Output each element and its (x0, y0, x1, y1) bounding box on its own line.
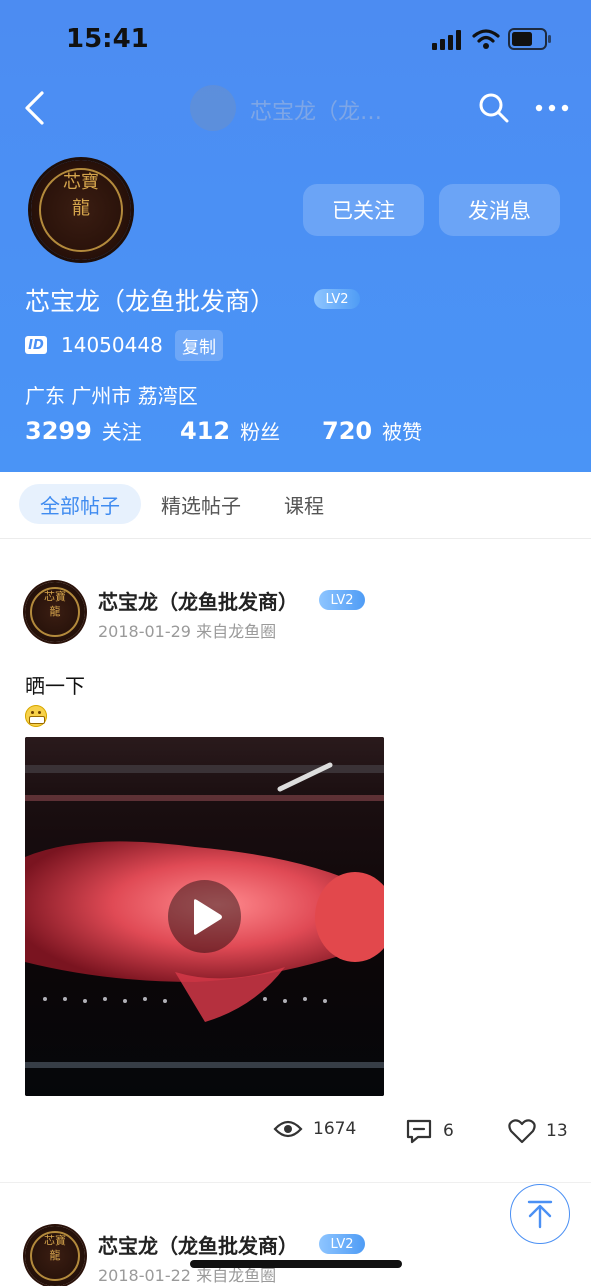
back-to-top-button[interactable] (510, 1184, 570, 1244)
post-text: 晒一下 (25, 674, 85, 698)
like-button[interactable]: 13 (508, 1118, 568, 1144)
back-arrow-icon[interactable] (22, 90, 48, 126)
grinning-emoji-icon (25, 705, 47, 727)
comment-count: 6 (443, 1121, 454, 1141)
tab-all-posts[interactable]: 全部帖子 (19, 484, 141, 524)
wifi-icon (472, 29, 500, 49)
cellular-signal-icon (432, 30, 461, 50)
post-meta: 2018-01-29 来自龙鱼圈 (98, 622, 277, 641)
view-count-value: 1674 (313, 1119, 357, 1139)
tab-featured-posts[interactable]: 精选帖子 (151, 484, 251, 524)
battery-icon (508, 28, 551, 50)
follow-button[interactable]: 已关注 (303, 184, 424, 236)
post-avatar[interactable]: 芯寶龍 (25, 1226, 85, 1286)
status-time: 15:41 (66, 24, 149, 54)
level-badge: LV2 (319, 1234, 365, 1254)
level-badge: LV2 (319, 590, 365, 610)
like-count: 13 (546, 1121, 568, 1141)
avatar-logo-text: 芯寶龍 (44, 590, 66, 618)
comment-button[interactable]: 6 (405, 1118, 454, 1144)
tab-bar: 全部帖子 精选帖子 课程 (0, 472, 591, 539)
copy-id-button[interactable]: 复制 (175, 330, 223, 361)
home-indicator[interactable] (190, 1260, 402, 1268)
stat-number: 412 (180, 417, 231, 445)
location: 广东 广州市 荔湾区 (25, 384, 198, 408)
comment-icon (406, 1119, 432, 1144)
play-button[interactable] (168, 880, 241, 953)
user-id: 14050448 (61, 333, 163, 357)
post-author[interactable]: 芯宝龙（龙鱼批发商） (98, 1230, 298, 1259)
play-icon (194, 899, 222, 935)
stat-number: 720 (322, 417, 373, 445)
post-avatar[interactable]: 芯寶龍 (25, 582, 85, 642)
nav-title: 芯宝龙（龙… (250, 100, 383, 125)
id-icon: ID (25, 336, 47, 354)
post-video[interactable] (25, 737, 384, 1096)
level-badge: LV2 (314, 289, 360, 309)
more-icon[interactable] (534, 96, 570, 120)
avatar-logo-text: 芯寶龍 (63, 172, 99, 219)
stat-likes[interactable]: 720 被赞 (322, 416, 422, 445)
post-divider (0, 1182, 591, 1183)
stat-following[interactable]: 3299 关注 (25, 416, 142, 445)
stat-followers[interactable]: 412 粉丝 (180, 416, 280, 445)
view-count: 1674 (273, 1118, 356, 1140)
stat-label: 关注 (101, 420, 142, 444)
message-button[interactable]: 发消息 (439, 184, 560, 236)
search-icon[interactable] (478, 92, 510, 124)
stat-number: 3299 (25, 417, 92, 445)
profile-name: 芯宝龙（龙鱼批发商） (25, 287, 276, 316)
post-author[interactable]: 芯宝龙（龙鱼批发商） (98, 586, 298, 615)
heart-icon (508, 1119, 536, 1144)
tab-courses[interactable]: 课程 (272, 484, 336, 524)
eye-icon (273, 1120, 303, 1138)
nav-avatar (190, 85, 236, 131)
back-to-top-icon (527, 1200, 553, 1229)
profile-avatar[interactable]: 芯寶龍 (31, 160, 131, 260)
stat-label: 粉丝 (240, 420, 281, 444)
stat-label: 被赞 (382, 420, 423, 444)
avatar-logo-text: 芯寶龍 (44, 1234, 66, 1262)
